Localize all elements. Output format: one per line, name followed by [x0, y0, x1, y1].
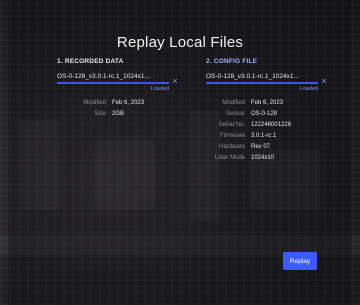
- config-lidar-mode-row: Lidar Mode 1024x10: [215, 155, 275, 161]
- recorded-data-progress-bar: [57, 82, 169, 84]
- recorded-data-progress-fill: [57, 82, 169, 84]
- replay-button[interactable]: Replay: [283, 252, 317, 270]
- recorded-data-size-row: Size 2GB: [94, 111, 125, 117]
- config-serial-row: Serial No. 122246001228: [219, 122, 292, 128]
- recorded-data-modified-row: Modified Feb 6, 2023: [83, 100, 145, 106]
- config-hardware-row: Hardware Rev 07: [219, 144, 271, 150]
- meta-value: Feb 6, 2023: [112, 100, 145, 106]
- meta-key: Firmware: [220, 133, 245, 139]
- meta-key: Size: [94, 111, 106, 117]
- meta-value: 3.0.1-rc.1: [251, 133, 277, 139]
- close-icon[interactable]: ×: [320, 77, 328, 86]
- config-file-heading: 2. CONFIG FILE: [206, 58, 258, 65]
- meta-key: Serial No.: [218, 122, 245, 128]
- config-file-progress-bar: [206, 82, 318, 84]
- meta-value: Rev 07: [251, 144, 271, 150]
- recorded-data-file-name: OS-0-128_v3.0.1-rc.1_1024x1...: [57, 73, 150, 80]
- meta-key: Lidar Mode: [214, 155, 245, 161]
- meta-value: OS-0-128: [251, 111, 278, 117]
- meta-value: 2GB: [112, 111, 125, 117]
- dialog-title: Replay Local Files: [116, 34, 244, 52]
- meta-value: Feb 6, 2023: [251, 100, 284, 106]
- config-firmware-row: Firmware 3.0.1-rc.1: [220, 133, 277, 139]
- config-sensor-row: Sensor OS-0-128: [226, 111, 278, 117]
- meta-key: Modified: [222, 100, 245, 106]
- meta-value: 1024x10: [251, 155, 275, 161]
- recorded-data-heading: 1. RECORDED DATA: [57, 58, 124, 65]
- config-file-progress-fill: [206, 82, 318, 84]
- meta-value: 122246001228: [251, 122, 292, 128]
- meta-key: Modified: [83, 100, 106, 106]
- recorded-data-status: Loaded: [150, 86, 169, 92]
- close-icon[interactable]: ×: [171, 77, 179, 86]
- config-file-name: OS-0-128_v3.0.1-rc.1_1024x1...: [206, 73, 299, 80]
- config-file-status: Loaded: [299, 86, 318, 92]
- config-modified-row: Modified Feb 6, 2023: [222, 100, 284, 106]
- meta-key: Sensor: [225, 111, 245, 117]
- meta-key: Hardware: [218, 144, 245, 150]
